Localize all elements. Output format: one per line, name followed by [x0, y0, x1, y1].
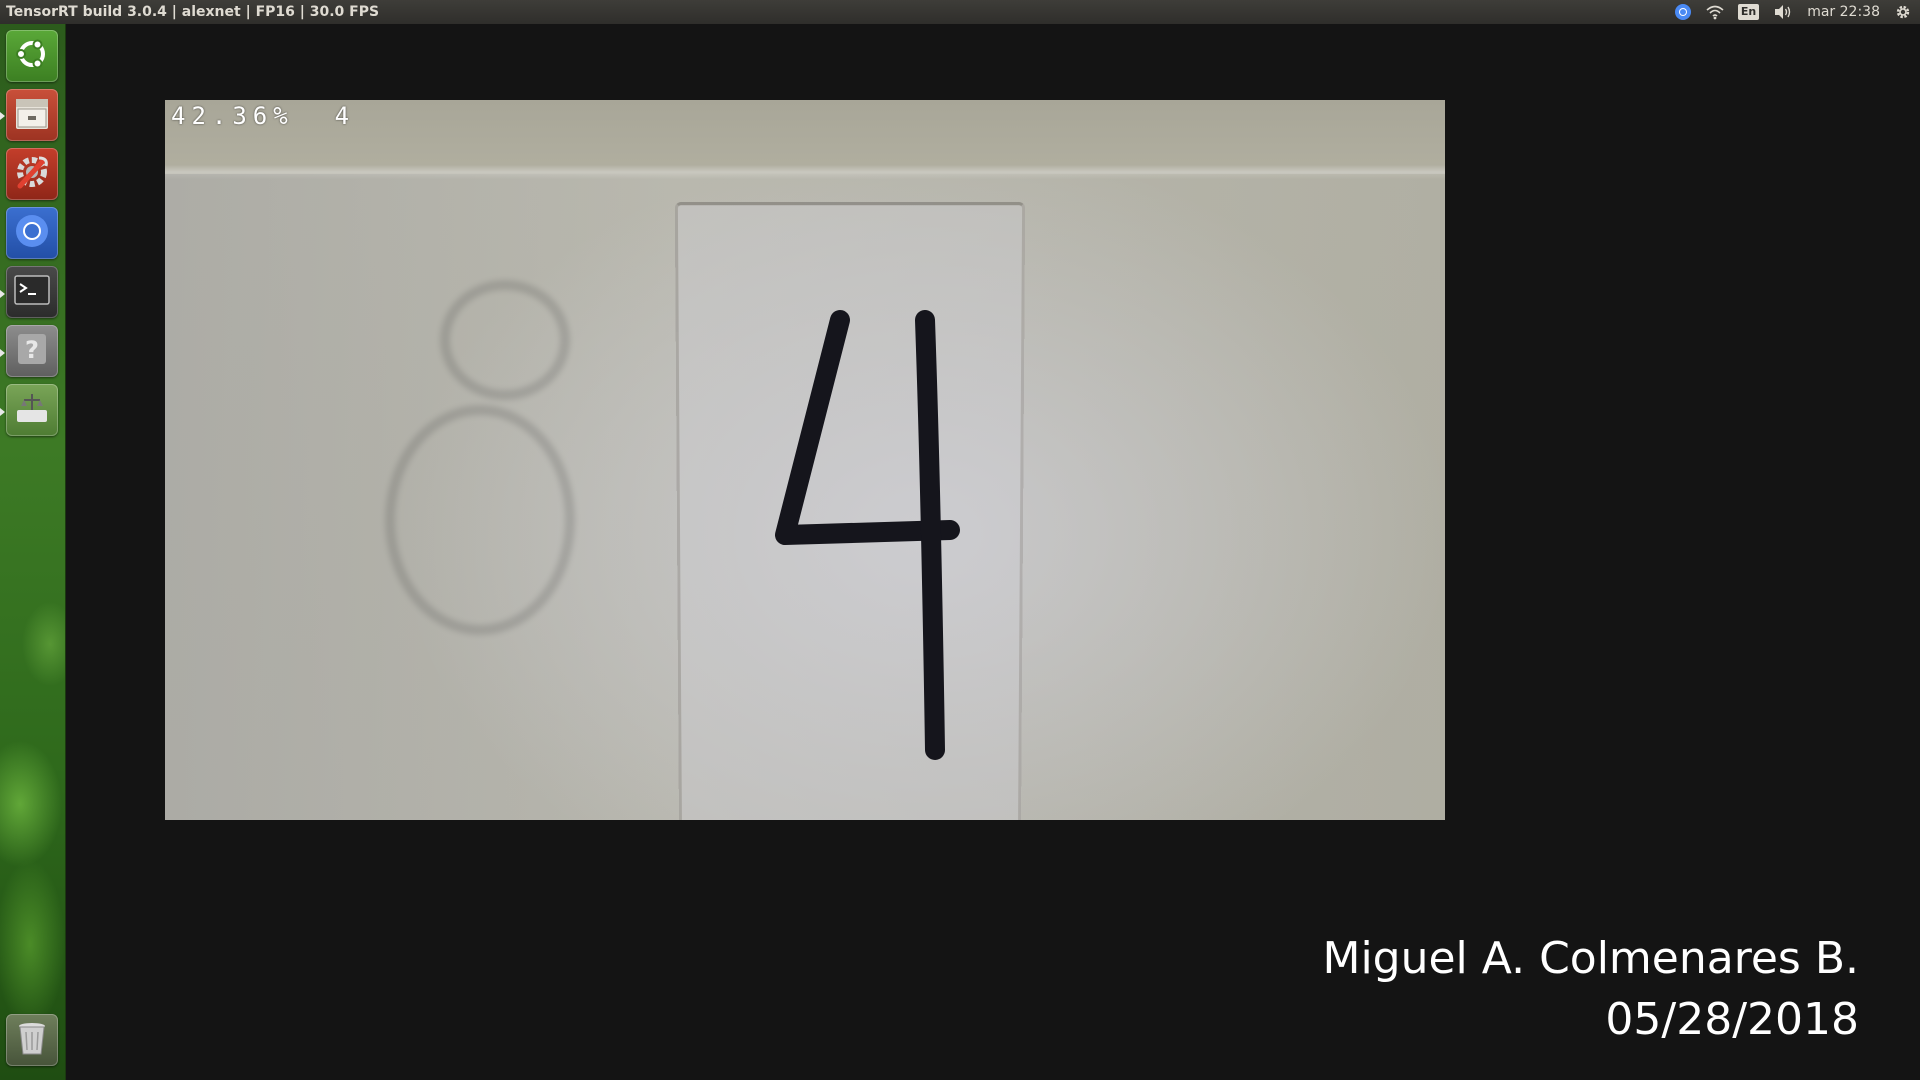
credits: Miguel A. Colmenares B. 05/28/2018 — [1322, 928, 1859, 1050]
window-title: TensorRT build 3.0.4 | alexnet | FP16 | … — [6, 4, 380, 20]
camera-faint-digit — [385, 280, 575, 635]
running-indicator — [0, 349, 5, 357]
clock[interactable]: mar 22:38 — [1807, 0, 1880, 24]
terminal-icon — [12, 270, 52, 314]
launcher-chromium[interactable] — [6, 207, 58, 259]
trash-icon — [12, 1018, 52, 1062]
volume-icon[interactable] — [1773, 0, 1793, 24]
launcher-jetson-app[interactable] — [6, 384, 58, 436]
chromium-indicator-icon[interactable] — [1674, 0, 1692, 24]
help-question-icon: ? — [12, 329, 52, 373]
file-cabinet-icon — [12, 93, 52, 137]
wifi-icon[interactable] — [1706, 0, 1724, 24]
launcher-system-settings[interactable] — [6, 148, 58, 200]
settings-tools-icon — [12, 152, 52, 196]
launcher: ? — [0, 24, 66, 1080]
chromium-icon — [12, 211, 52, 255]
camera-handwritten-digit — [775, 310, 960, 760]
ubuntu-logo-icon — [13, 35, 51, 77]
keyboard-layout-icon[interactable]: En — [1737, 0, 1760, 24]
launcher-help[interactable]: ? — [6, 325, 58, 377]
launcher-trash[interactable] — [6, 1014, 58, 1066]
running-indicator — [0, 290, 5, 298]
running-indicator — [0, 408, 5, 416]
top-panel: TensorRT build 3.0.4 | alexnet | FP16 | … — [0, 0, 1920, 24]
launcher-files[interactable] — [6, 89, 58, 141]
classification-overlay: 42.36% 4 — [171, 102, 356, 130]
keyboard-layout-label: En — [1737, 4, 1760, 20]
running-indicator — [0, 112, 5, 120]
scale-icon — [12, 388, 52, 432]
indicator-area: En mar 22:38 — [1674, 0, 1920, 24]
camera-view: 42.36% 4 — [165, 100, 1445, 820]
system-gear-icon[interactable] — [1894, 0, 1912, 24]
launcher-ubuntu-dash[interactable] — [6, 30, 58, 82]
svg-text:?: ? — [25, 336, 39, 364]
credit-date: 05/28/2018 — [1605, 994, 1859, 1045]
author-name: Miguel A. Colmenares B. — [1322, 933, 1859, 984]
launcher-terminal[interactable] — [6, 266, 58, 318]
